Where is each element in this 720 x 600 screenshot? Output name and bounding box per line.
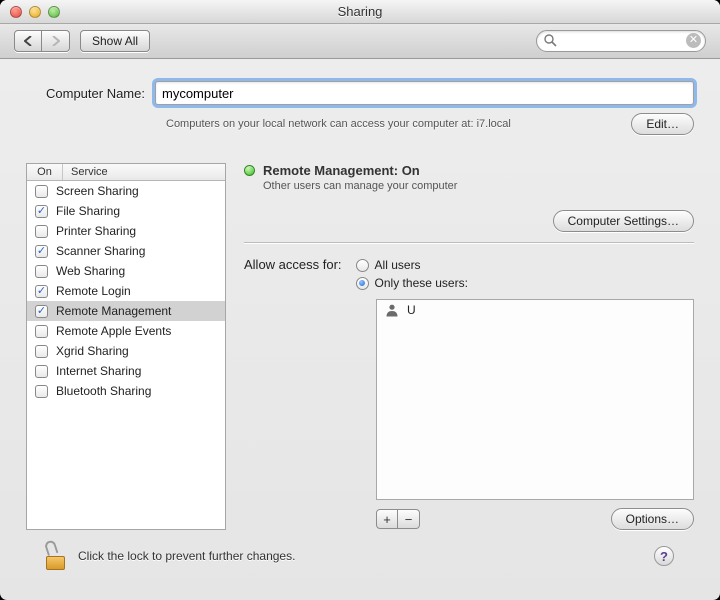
service-checkbox[interactable]: ✓	[35, 205, 48, 218]
radio-only-label: Only these users:	[375, 276, 468, 290]
service-checkbox[interactable]: ✓	[35, 225, 48, 238]
search-input[interactable]	[536, 30, 706, 52]
status-title: Remote Management: On	[263, 163, 420, 178]
remove-user-button[interactable]: −	[398, 509, 420, 529]
service-checkbox[interactable]: ✓	[35, 325, 48, 338]
content-area: Computer Name: Computers on your local n…	[0, 59, 720, 600]
service-label: Xgrid Sharing	[56, 344, 129, 358]
computer-name-hint: Computers on your local network can acce…	[166, 118, 621, 130]
computer-settings-button[interactable]: Computer Settings…	[553, 210, 694, 232]
service-checkbox[interactable]: ✓	[35, 245, 48, 258]
col-on[interactable]: On	[27, 164, 63, 180]
radio-all-users[interactable]: All users	[356, 257, 468, 273]
computer-name-label: Computer Name:	[46, 86, 145, 101]
service-checkbox[interactable]: ✓	[35, 305, 48, 318]
computer-name-row: Computer Name:	[26, 81, 694, 105]
user-icon	[385, 303, 399, 317]
search-field[interactable]: ✕	[536, 30, 706, 52]
service-row[interactable]: ✓ Internet Sharing	[27, 361, 225, 381]
service-label: Bluetooth Sharing	[56, 384, 151, 398]
divider	[244, 242, 694, 243]
services-body[interactable]: ✓ Screen Sharing ✓ File Sharing ✓ Printer Sha…	[27, 181, 225, 529]
service-label: Screen Sharing	[56, 184, 139, 198]
service-row[interactable]: ✓ Bluetooth Sharing	[27, 381, 225, 401]
window-title: Sharing	[0, 4, 720, 19]
service-row[interactable]: ✓ Xgrid Sharing	[27, 341, 225, 361]
service-row[interactable]: ✓ Web Sharing	[27, 261, 225, 281]
service-checkbox[interactable]: ✓	[35, 365, 48, 378]
col-service[interactable]: Service	[63, 164, 116, 180]
user-row[interactable]: U	[377, 300, 693, 320]
toolbar: Show All ✕	[0, 24, 720, 59]
service-label: Remote Apple Events	[56, 324, 171, 338]
user-name: U	[407, 303, 416, 317]
allow-access-label: Allow access for:	[244, 257, 342, 272]
service-label: Remote Management	[56, 304, 171, 318]
service-row[interactable]: ✓ File Sharing	[27, 201, 225, 221]
search-icon	[544, 34, 557, 47]
access-section: Allow access for: All users Only these u…	[244, 257, 694, 530]
computer-name-hint-row: Computers on your local network can acce…	[26, 113, 694, 135]
service-row[interactable]: ✓ Remote Management	[27, 301, 225, 321]
service-label: Remote Login	[56, 284, 131, 298]
traffic-lights	[10, 6, 60, 18]
add-remove-segment: + −	[376, 509, 420, 529]
service-label: Scanner Sharing	[56, 244, 145, 258]
help-button[interactable]: ?	[654, 546, 674, 566]
close-icon[interactable]	[10, 6, 22, 18]
lock-icon[interactable]	[46, 542, 68, 570]
services-list: On Service ✓Screen Sharing✓File Sharing✓…	[26, 163, 226, 530]
add-user-button[interactable]: +	[376, 509, 398, 529]
chevron-left-icon	[24, 36, 33, 46]
service-checkbox[interactable]: ✓	[35, 285, 48, 298]
sharing-window: Sharing Show All ✕ Computer Name: Comput	[0, 0, 720, 600]
service-checkbox[interactable]: ✓	[35, 185, 48, 198]
chevron-right-icon	[51, 36, 60, 46]
footer: Click the lock to prevent further change…	[26, 530, 694, 588]
status-indicator-icon	[244, 165, 255, 176]
service-label: Internet Sharing	[56, 364, 141, 378]
lock-text: Click the lock to prevent further change…	[78, 549, 295, 563]
clear-search-icon[interactable]: ✕	[686, 33, 701, 48]
back-button[interactable]	[14, 30, 42, 52]
service-row[interactable]: ✓ Printer Sharing	[27, 221, 225, 241]
radio-icon	[356, 259, 369, 272]
radio-only-users[interactable]: Only these users:	[356, 275, 468, 291]
radio-icon	[356, 277, 369, 290]
status-subtitle: Other users can manage your computer	[263, 180, 694, 192]
zoom-icon[interactable]	[48, 6, 60, 18]
service-row[interactable]: ✓ Scanner Sharing	[27, 241, 225, 261]
service-checkbox[interactable]: ✓	[35, 265, 48, 278]
service-row[interactable]: ✓ Screen Sharing	[27, 181, 225, 201]
minimize-icon[interactable]	[29, 6, 41, 18]
show-all-button[interactable]: Show All	[80, 30, 150, 52]
service-checkbox[interactable]: ✓	[35, 345, 48, 358]
edit-hostname-button[interactable]: Edit…	[631, 113, 694, 135]
radio-all-label: All users	[375, 258, 421, 272]
forward-button[interactable]	[42, 30, 70, 52]
service-label: File Sharing	[56, 204, 120, 218]
service-checkbox[interactable]: ✓	[35, 385, 48, 398]
services-header: On Service	[27, 164, 225, 181]
service-label: Web Sharing	[56, 264, 125, 278]
service-row[interactable]: ✓ Remote Apple Events	[27, 321, 225, 341]
service-row[interactable]: ✓ Remote Login	[27, 281, 225, 301]
service-detail: Remote Management: On Other users can ma…	[244, 163, 694, 530]
titlebar: Sharing	[0, 0, 720, 24]
columns: On Service ✓Screen Sharing✓File Sharing✓…	[26, 163, 694, 530]
nav-back-forward	[14, 30, 70, 52]
computer-name-input[interactable]	[155, 81, 694, 105]
service-label: Printer Sharing	[56, 224, 136, 238]
options-button[interactable]: Options…	[611, 508, 694, 530]
user-list[interactable]: U	[376, 299, 694, 500]
status-row: Remote Management: On	[244, 163, 694, 178]
